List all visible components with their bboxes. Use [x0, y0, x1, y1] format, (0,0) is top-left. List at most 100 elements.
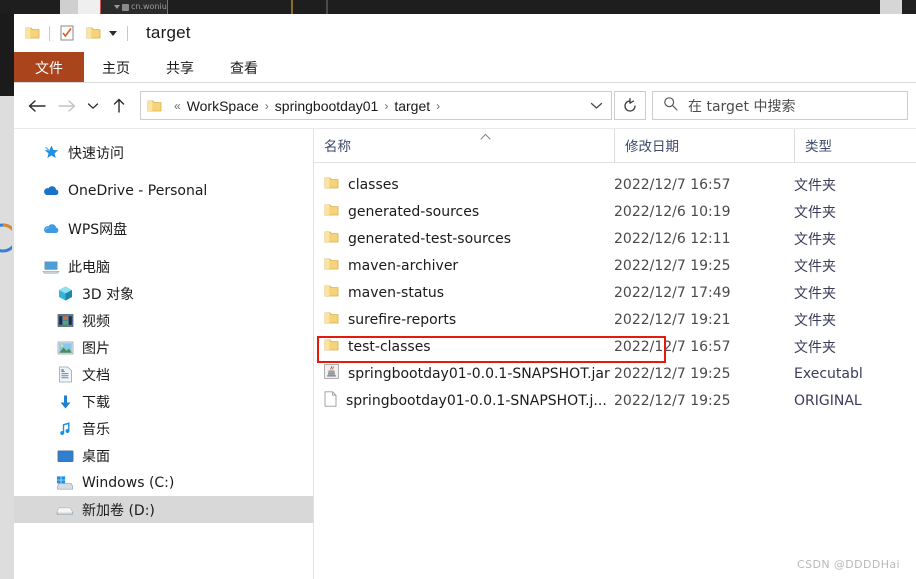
file-date-cell: 2022/12/7 16:57	[614, 338, 731, 355]
navigation-bar: « WorkSpace › springbootday01 › target ›	[14, 83, 916, 129]
arrow-left-icon[interactable]	[22, 91, 52, 121]
sidebar-item-label: 图片	[82, 340, 110, 357]
sidebar-item-downloads[interactable]: 下载	[14, 388, 313, 415]
column-header-label: 名称	[324, 139, 351, 155]
file-date-cell: 2022/12/6 10:19	[614, 203, 731, 220]
sidebar-item-windows-c[interactable]: Windows (C:)	[14, 469, 313, 496]
file-rows: classes 2022/12/7 16:57 文件夹 generated-so…	[314, 163, 916, 414]
caret-up-icon	[480, 131, 491, 142]
address-dropdown-chevron-down-icon[interactable]	[590, 99, 605, 113]
address-bar[interactable]: « WorkSpace › springbootday01 › target ›	[140, 91, 612, 120]
folder-icon	[324, 311, 339, 329]
star-pin-icon	[42, 144, 60, 162]
breadcrumb-separator-icon[interactable]: ›	[265, 99, 269, 113]
search-input[interactable]: 在 target 中搜索	[652, 91, 908, 120]
file-name-cell: test-classes	[314, 338, 614, 356]
sidebar-item-quick-access[interactable]: 快速访问	[14, 139, 313, 166]
watermark: CSDN @DDDDHai	[796, 558, 900, 571]
file-name-label: maven-status	[348, 284, 445, 301]
ide-editor-tab[interactable]: cn.woniu	[100, 0, 168, 14]
ribbon-tab-view[interactable]: 查看	[212, 52, 276, 83]
sidebar-item-desktop[interactable]: 桌面	[14, 442, 313, 469]
sidebar-item-onedrive[interactable]: OneDrive - Personal	[14, 177, 313, 204]
table-row[interactable]: surefire-reports 2022/12/7 19:21 文件夹	[314, 306, 916, 333]
file-name-label: springbootday01-0.0.1-SNAPSHOT.j...	[346, 392, 607, 409]
sidebar-item-pictures[interactable]: 图片	[14, 334, 313, 361]
new-folder-icon[interactable]	[82, 22, 104, 44]
breadcrumb-overflow[interactable]: «	[174, 99, 181, 113]
file-name-cell: generated-test-sources	[314, 230, 614, 248]
sidebar-item-3d-objects[interactable]: 3D 对象	[14, 280, 313, 307]
table-row[interactable]: classes 2022/12/7 16:57 文件夹	[314, 171, 916, 198]
ribbon-tab-share[interactable]: 共享	[148, 52, 212, 83]
sidebar-item-label: 下载	[82, 394, 110, 411]
windows-drive-icon	[56, 474, 74, 492]
arrow-up-icon[interactable]	[104, 91, 134, 121]
sidebar-item-music[interactable]: 音乐	[14, 415, 313, 442]
sidebar-item-label: 3D 对象	[82, 286, 135, 303]
breadcrumb-separator-icon[interactable]: ›	[436, 99, 440, 113]
recent-locations-chevron-down-icon[interactable]	[82, 91, 104, 121]
ribbon-tab-file[interactable]: 文件	[14, 52, 84, 83]
sidebar-item-label: OneDrive - Personal	[68, 182, 208, 199]
ide-background-strip: cn.woniu	[0, 0, 916, 14]
table-row[interactable]: generated-test-sources 2022/12/6 12:11 文…	[314, 225, 916, 252]
table-row[interactable]: springbootday01-0.0.1-SNAPSHOT.jar 2022/…	[314, 360, 916, 387]
table-row[interactable]: springbootday01-0.0.1-SNAPSHOT.j... 2022…	[314, 387, 916, 414]
column-header-label: 类型	[805, 139, 832, 155]
folder-icon	[324, 284, 339, 302]
table-row[interactable]: maven-archiver 2022/12/7 19:25 文件夹	[314, 252, 916, 279]
folder-icon[interactable]	[21, 22, 43, 44]
customize-quick-access-icon[interactable]	[109, 30, 117, 36]
sidebar-item-label: 桌面	[82, 448, 110, 465]
sidebar-item-label: 视频	[82, 313, 110, 330]
column-header-label: 修改日期	[625, 139, 679, 155]
column-header-name[interactable]: 名称	[314, 129, 614, 162]
sidebar-item-videos[interactable]: 视频	[14, 307, 313, 334]
column-header-date-modified[interactable]: 修改日期	[614, 129, 794, 162]
ribbon-tab-home[interactable]: 主页	[84, 52, 148, 83]
documents-icon	[56, 366, 74, 384]
sidebar-item-wps-cloud[interactable]: WPS网盘	[14, 215, 313, 242]
table-row[interactable]: test-classes 2022/12/7 16:57 文件夹	[314, 333, 916, 360]
file-name-cell: generated-sources	[314, 203, 614, 221]
properties-checkbox-icon[interactable]	[56, 22, 78, 44]
refresh-icon[interactable]	[614, 91, 646, 120]
drive-icon	[56, 501, 74, 519]
table-row[interactable]: maven-status 2022/12/7 17:49 文件夹	[314, 279, 916, 306]
breadcrumb-item-workspace[interactable]: WorkSpace	[187, 98, 259, 114]
file-name-cell: springbootday01-0.0.1-SNAPSHOT.jar	[314, 364, 614, 383]
ribbon-tabs: 文件 主页 共享 查看	[14, 52, 916, 83]
table-row[interactable]: generated-sources 2022/12/6 10:19 文件夹	[314, 198, 916, 225]
sidebar-item-documents[interactable]: 文档	[14, 361, 313, 388]
generic-file-icon	[324, 390, 337, 411]
breadcrumb-item-springbootday01[interactable]: springbootday01	[275, 98, 379, 114]
file-name-label: generated-test-sources	[348, 230, 512, 247]
sidebar-item-this-pc[interactable]: 此电脑	[14, 253, 313, 280]
file-name-cell: maven-status	[314, 284, 614, 302]
file-name-label: maven-archiver	[348, 257, 459, 274]
folder-icon	[324, 338, 339, 356]
breadcrumb-separator-icon[interactable]: ›	[384, 99, 388, 113]
onedrive-cloud-icon	[42, 182, 60, 200]
search-placeholder: 在 target 中搜索	[688, 98, 796, 115]
file-date-cell: 2022/12/6 12:11	[614, 230, 731, 247]
sidebar-item-label: 文档	[82, 367, 110, 384]
file-type-cell: 文件夹	[794, 204, 836, 221]
this-pc-icon	[42, 258, 60, 276]
column-headers: 名称 修改日期 类型	[314, 129, 916, 163]
chevron-down-icon	[114, 5, 120, 9]
sidebar-item-label: 此电脑	[68, 259, 110, 276]
file-name-label: springbootday01-0.0.1-SNAPSHOT.jar	[348, 365, 610, 382]
file-date-cell: 2022/12/7 19:25	[614, 365, 731, 382]
sidebar-item-label: 新加卷 (D:)	[82, 502, 155, 519]
sidebar-item-new-volume-d[interactable]: 新加卷 (D:)	[14, 496, 313, 523]
file-date-cell: 2022/12/7 16:57	[614, 176, 731, 193]
column-header-type[interactable]: 类型	[794, 129, 916, 162]
breadcrumb-item-target[interactable]: target	[394, 98, 430, 114]
music-icon	[56, 420, 74, 438]
file-name-label: test-classes	[348, 338, 431, 355]
file-name-cell: classes	[314, 176, 614, 194]
navigation-pane: 快速访问 OneDrive - Personal WPS网盘 此电脑 3D 对象…	[14, 129, 314, 579]
sidebar-item-label: 快速访问	[68, 145, 124, 162]
